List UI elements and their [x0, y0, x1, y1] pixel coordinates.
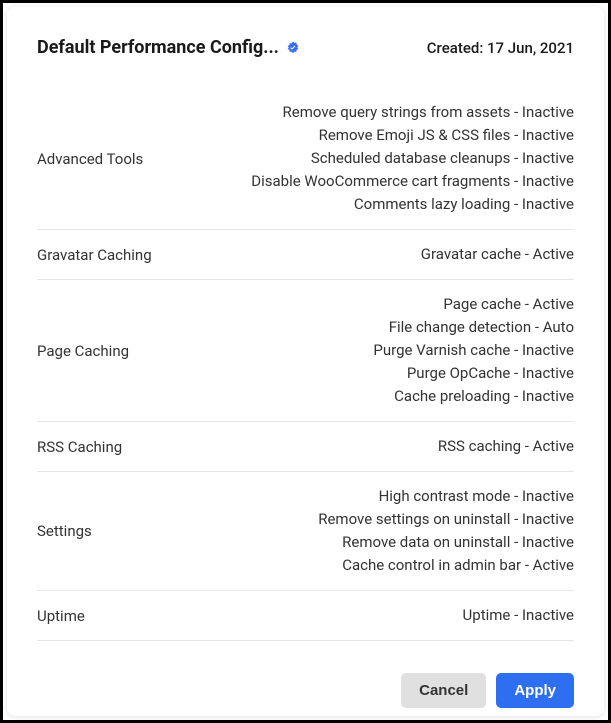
cancel-button[interactable]: Cancel — [401, 673, 486, 708]
section-item: Remove data on uninstall - Inactive — [318, 532, 574, 553]
section-items: Gravatar cache - Active — [421, 244, 574, 265]
section-item: Page cache - Active — [373, 294, 574, 315]
section-item: Remove Emoji JS & CSS files - Inactive — [251, 125, 574, 146]
section-row: Advanced Tools Remove query strings from … — [37, 88, 574, 230]
section-item: Cache control in admin bar - Active — [318, 555, 574, 576]
section-item: Remove query strings from assets - Inact… — [251, 102, 574, 123]
section-item: Comments lazy loading - Inactive — [251, 194, 574, 215]
section-label: RSS Caching — [37, 438, 122, 456]
section-items: High contrast mode - InactiveRemove sett… — [318, 486, 574, 576]
section-item: Gravatar cache - Active — [421, 244, 574, 265]
section-label: Uptime — [37, 607, 85, 625]
section-item: Disable WooCommerce cart fragments - Ina… — [251, 171, 574, 192]
section-item: Remove settings on uninstall - Inactive — [318, 509, 574, 530]
apply-button[interactable]: Apply — [496, 673, 574, 708]
section-row: RSS Caching RSS caching - Active — [37, 422, 574, 472]
section-label: Gravatar Caching — [37, 246, 152, 264]
verified-icon — [285, 40, 301, 56]
section-label: Settings — [37, 522, 92, 540]
card-title: Default Performance Config... — [37, 37, 279, 58]
sections-list: Advanced Tools Remove query strings from … — [37, 88, 574, 641]
section-label: Advanced Tools — [37, 150, 143, 168]
created-label: Created: 17 Jun, 2021 — [427, 39, 574, 57]
section-items: Uptime - Inactive — [463, 605, 574, 626]
config-card: Default Performance Config... Created: 1… — [7, 7, 604, 716]
section-item: Purge Varnish cache - Inactive — [373, 340, 574, 361]
section-item: Cache preloading - Inactive — [373, 386, 574, 407]
section-row: Page Caching Page cache - ActiveFile chan… — [37, 280, 574, 422]
section-row: Uptime Uptime - Inactive — [37, 591, 574, 641]
section-items: Remove query strings from assets - Inact… — [251, 102, 574, 215]
card-footer: Cancel Apply — [37, 673, 574, 708]
section-item: Scheduled database cleanups - Inactive — [251, 148, 574, 169]
section-items: Page cache - ActiveFile change detection… — [373, 294, 574, 407]
title-wrap: Default Performance Config... — [37, 37, 301, 58]
section-item: Purge OpCache - Inactive — [373, 363, 574, 384]
section-item: File change detection - Auto — [373, 317, 574, 338]
section-row: SettingsHigh contrast mode - InactiveRem… — [37, 472, 574, 591]
section-item: RSS caching - Active — [438, 436, 574, 457]
section-row: Gravatar Caching Gravatar cache - Active — [37, 230, 574, 280]
card-header: Default Performance Config... Created: 1… — [37, 37, 574, 58]
section-items: RSS caching - Active — [438, 436, 574, 457]
section-label: Page Caching — [37, 342, 129, 360]
section-item: Uptime - Inactive — [463, 605, 574, 626]
section-item: High contrast mode - Inactive — [318, 486, 574, 507]
